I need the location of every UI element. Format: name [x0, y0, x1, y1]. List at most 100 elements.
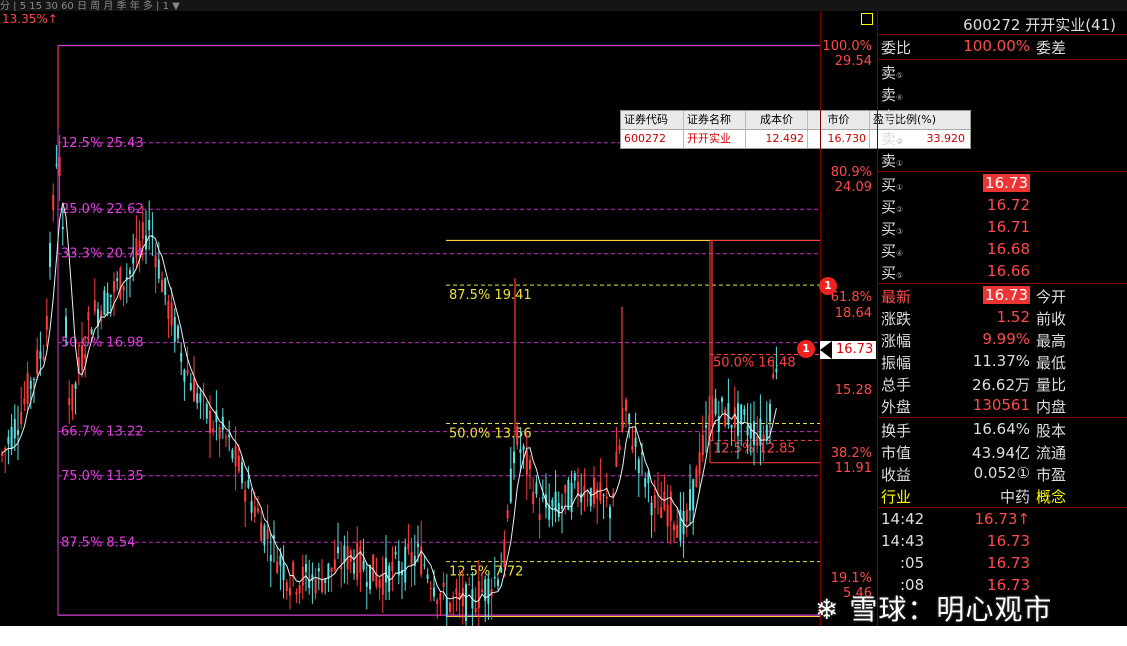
weibi-value: 100.00%: [963, 37, 1030, 55]
stat-row: 涨幅 9.99% 最高: [881, 330, 1067, 350]
candle-body: [509, 468, 512, 503]
candle-body: [250, 501, 253, 513]
candle-body: [746, 426, 749, 436]
axis-price: 11.91: [834, 461, 872, 476]
candle-body: [157, 259, 160, 279]
candle-body: [753, 421, 755, 446]
marker-badge[interactable]: 1: [819, 277, 837, 295]
candle-body: [673, 524, 675, 531]
candle-body: [685, 509, 688, 522]
sell-row-4[interactable]: 卖④: [878, 83, 1127, 105]
info-row: 收益 0.052① 市盈: [881, 464, 1067, 484]
square-icon[interactable]: [861, 13, 873, 25]
candle-body: [337, 546, 339, 554]
candle-body: [132, 257, 135, 264]
candle-body: [189, 383, 192, 391]
axis-pct: 19.1%: [830, 571, 872, 586]
info-row: 换手 16.64% 股本: [881, 420, 1067, 440]
candle-body: [61, 226, 64, 230]
candle-body: [1, 453, 3, 457]
candle-body: [689, 489, 691, 511]
candle-body: [161, 279, 163, 293]
kline-chart[interactable]: 12.5% 25.43 25.0% 22.62 33.3% 20.74 50.0% 1…: [0, 11, 820, 626]
candle-body: [740, 404, 743, 425]
sell-row-3[interactable]: 卖③: [878, 105, 1127, 127]
candle-body: [305, 563, 307, 573]
table-cell: 12.492: [746, 130, 808, 148]
candle-body: [513, 451, 515, 464]
candle-body: [637, 459, 640, 474]
candle-body: [749, 423, 752, 439]
candle-body: [119, 268, 122, 299]
fib-level-label: 75.0% 11.35: [61, 469, 144, 484]
candle-body: [762, 434, 765, 440]
candle-body: [356, 542, 359, 580]
candle-body: [23, 398, 26, 404]
stat-row: 振幅 11.37% 最低: [881, 352, 1067, 372]
sell-row-5[interactable]: 卖⑤: [878, 61, 1127, 83]
candle-body: [321, 578, 323, 593]
candle-body: [116, 278, 119, 282]
candle-body: [186, 369, 189, 374]
candle-body: [20, 411, 23, 425]
candle-body: [218, 427, 221, 439]
candle-body: [369, 564, 371, 590]
fib-level-label: 12.5% 25.43: [61, 136, 144, 151]
candle-body: [301, 566, 304, 586]
candle-body: [589, 488, 592, 507]
buy-row-4[interactable]: 买④ 16.68: [878, 239, 1127, 261]
candle-body: [436, 600, 439, 604]
candle-body: [225, 436, 227, 438]
candle-body: [359, 546, 362, 574]
candle-body: [244, 490, 247, 502]
sell-row-2[interactable]: 卖②: [878, 127, 1127, 149]
candle-body: [609, 506, 611, 519]
candle-body: [650, 502, 653, 516]
candle-body: [714, 398, 717, 415]
candle-body: [449, 602, 451, 612]
candle-body: [177, 326, 179, 339]
tick-row: :05 16.73: [900, 554, 1030, 572]
candle-body: [500, 567, 503, 573]
candle-body: [452, 596, 455, 598]
buy-price: 16.72: [987, 196, 1030, 214]
candle-body: [68, 398, 71, 405]
candle-body: [58, 157, 61, 176]
candle-body: [42, 356, 45, 360]
candle-body: [45, 315, 48, 330]
candle-body: [516, 426, 519, 445]
buy-row-3[interactable]: 买③ 16.71: [878, 217, 1127, 239]
fib-mid-level-label: 12.5% 7.72: [449, 565, 523, 580]
candle-body: [241, 462, 243, 483]
buy-row-2[interactable]: 买② 16.72: [878, 195, 1127, 217]
candle-body: [148, 220, 151, 230]
last-price-tag: 16.73: [820, 341, 877, 359]
info-row[interactable]: 行业 中药 概念: [878, 485, 1127, 507]
candle-body: [570, 482, 573, 513]
candle-body: [29, 380, 32, 389]
sell-row-1[interactable]: 卖①: [878, 149, 1127, 171]
weibi-label: 委比: [881, 39, 912, 57]
candle-body: [417, 543, 419, 547]
table-cell: 开开实业: [684, 130, 746, 148]
buy-row-5[interactable]: 买⑤ 16.66: [878, 261, 1127, 283]
candle-body: [311, 574, 314, 582]
tick-row: 14:43 16.73: [881, 532, 1030, 550]
marker-badge[interactable]: 1: [797, 340, 815, 358]
axis-price: 15.28: [834, 383, 872, 398]
candle-body: [36, 349, 39, 375]
candle-body: [618, 445, 621, 451]
candle-body: [180, 352, 183, 362]
candle-body: [209, 410, 211, 433]
candle-body: [65, 316, 67, 337]
candle-body: [695, 467, 698, 488]
buy-row-1[interactable]: 买① 16.73: [878, 173, 1127, 195]
candle-body: [391, 561, 394, 572]
candle-body: [503, 539, 506, 567]
candle-body: [231, 450, 234, 459]
fib-level-label: 25.0% 22.62: [61, 202, 144, 217]
candle-body: [433, 587, 435, 597]
candle-body: [653, 494, 656, 508]
candle-body: [759, 418, 762, 446]
table-header: 证券名称: [684, 111, 746, 129]
